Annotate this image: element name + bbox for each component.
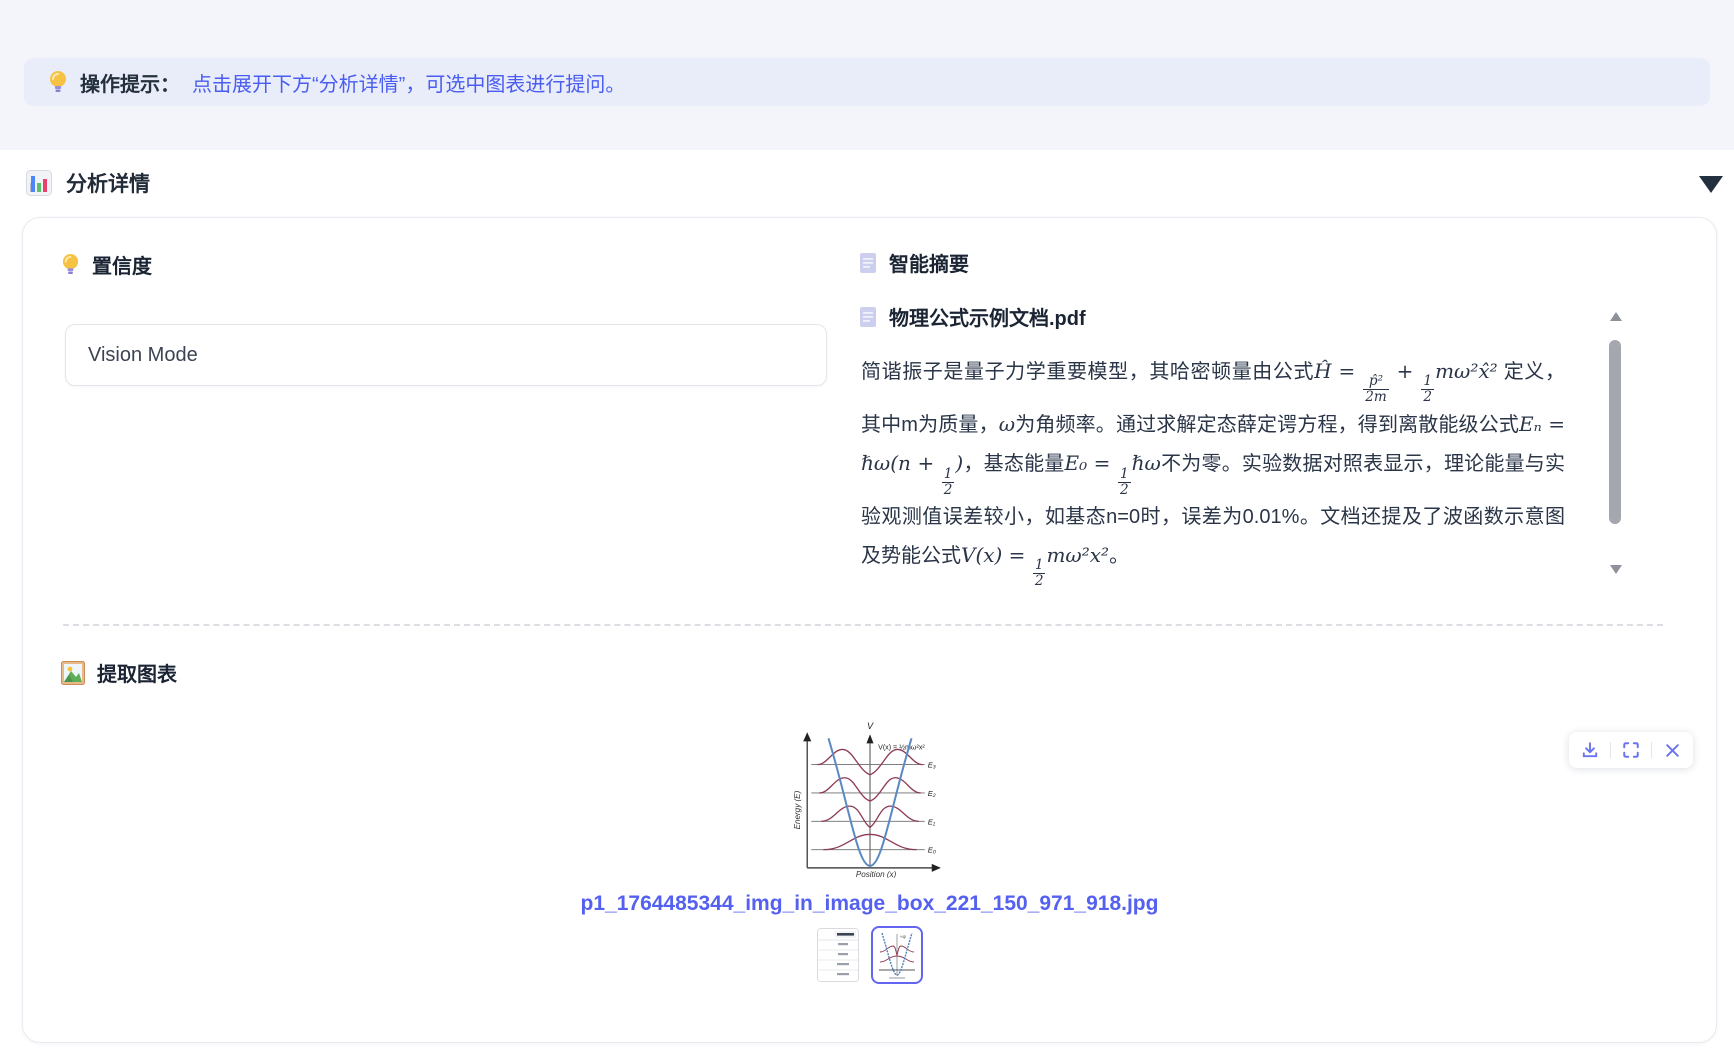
picture-icon [61, 661, 85, 685]
extracted-charts-section-title: 提取图表 [61, 658, 177, 687]
scrollbar-thumb[interactable] [1609, 340, 1621, 524]
energy-level-label: E₂ [927, 789, 935, 798]
confidence-mode-value: Vision Mode [88, 344, 198, 367]
summary-text: 简谐振子是量子力学重要模型，其哈密顿量由公式Ĥ = p̂²2m + 12mω²x… [861, 352, 1565, 589]
figure-xlabel: Position (x) [855, 870, 896, 878]
document-icon [859, 252, 877, 274]
tip-text: 点击展开下方“分析详情”，可选中图表进行提问。 [192, 68, 625, 97]
thumbnails-row: ≈ψ [817, 926, 923, 984]
confidence-value-box: Vision Mode [65, 324, 827, 386]
summary-title-label: 智能摘要 [889, 248, 969, 277]
lightbulb-icon [48, 70, 68, 94]
confidence-section-title: 置信度 [61, 250, 152, 279]
document-icon [859, 306, 877, 328]
summary-section-title: 智能摘要 [859, 248, 969, 277]
tip-label: 操作提示： [80, 68, 180, 97]
collapse-triangle-icon[interactable] [1699, 176, 1723, 193]
energy-level-label: E₁ [927, 817, 935, 826]
figure-ylabel: Energy (E) [793, 790, 802, 829]
summary-scrollbar[interactable] [1607, 312, 1623, 574]
scroll-down-icon[interactable] [1610, 565, 1622, 574]
tip-banner: 操作提示： 点击展开下方“分析详情”，可选中图表进行提问。 [24, 58, 1710, 106]
analysis-details-header[interactable]: 分析详情 [26, 168, 150, 198]
svg-text:≈ψ: ≈ψ [900, 934, 906, 939]
document-title-row: 物理公式示例文档.pdf [859, 302, 1086, 331]
harmonic-oscillator-figure: Energy (E) Position (x) V V(x) = ½mω²x² … [792, 716, 948, 878]
chart-display-block: Energy (E) Position (x) V V(x) = ½mω²x² … [23, 716, 1716, 984]
section-divider [63, 624, 1663, 626]
extracted-charts-title-label: 提取图表 [97, 658, 177, 687]
chart-thumbnail-selected[interactable]: ≈ψ [871, 926, 923, 984]
chart-filename-link[interactable]: p1_1764485344_img_in_image_box_221_150_9… [581, 892, 1159, 916]
table-thumbnail[interactable] [817, 928, 859, 982]
document-name: 物理公式示例文档.pdf [889, 302, 1086, 331]
scroll-up-icon[interactable] [1610, 312, 1622, 321]
figure-v-label: V [866, 721, 873, 731]
chart-thumbnail-image: ≈ψ [875, 930, 919, 980]
extracted-chart-image[interactable]: Energy (E) Position (x) V V(x) = ½mω²x² … [792, 716, 948, 878]
analysis-details-title: 分析详情 [66, 168, 150, 198]
bar-chart-icon [26, 170, 52, 196]
analysis-details-card: 置信度 Vision Mode 智能摘要 物理公式示例文档.pdf 简谐振子是量… [22, 217, 1717, 1043]
confidence-title-label: 置信度 [92, 250, 152, 279]
lightbulb-icon [61, 253, 80, 276]
energy-level-label: E₃ [927, 761, 935, 770]
table-thumbnail-image [818, 929, 858, 981]
energy-level-label: E₀ [927, 846, 935, 855]
